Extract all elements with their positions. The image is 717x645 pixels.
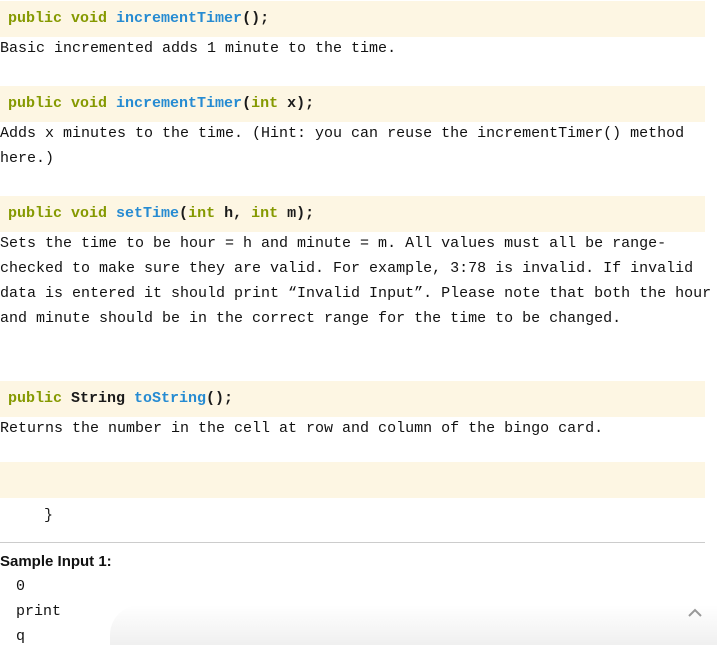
signature-token-kw: int <box>188 205 216 222</box>
closing-brace-text: } <box>44 507 54 524</box>
signature-token-plain: m); <box>278 205 315 222</box>
signature-token-kw: int <box>251 205 279 222</box>
signature-token-fn: toString <box>134 390 207 407</box>
sample-input-title: Sample Input 1: <box>0 553 112 570</box>
chevron-up-icon <box>688 608 702 617</box>
signature-token-plain: ( <box>242 95 252 112</box>
signature-token-kw: int <box>251 95 279 112</box>
signature-token-fn: incrementTimer <box>116 95 243 112</box>
method-signature: public void incrementTimer(int x); <box>0 86 705 122</box>
method-signature: public void setTime(int h, int m); <box>0 196 705 232</box>
signature-token-plain: (); <box>242 10 270 27</box>
signature-token-plain: ( <box>179 205 189 222</box>
scroll-to-top-button[interactable] <box>686 604 704 622</box>
signature-token-plain: String <box>71 390 135 407</box>
signature-token-kw: public <box>8 390 72 407</box>
signature-token-plain: x); <box>278 95 315 112</box>
method-signature: public String toString(); <box>0 381 705 417</box>
signature-token-fn: incrementTimer <box>116 10 243 27</box>
sample-input-line: q <box>16 628 26 645</box>
closing-brace: } <box>0 462 705 524</box>
method-description: Returns the number in the cell at row an… <box>0 420 604 437</box>
sample-input-line: 0 <box>16 578 26 595</box>
section-divider <box>0 542 705 543</box>
sample-input-line: print <box>16 603 62 620</box>
signature-token-fn: setTime <box>116 205 180 222</box>
signature-token-plain: (); <box>206 390 234 407</box>
method-description: Sets the time to be hour = h and minute … <box>0 235 712 327</box>
method-description: Adds x minutes to the time. (Hint: you c… <box>0 125 694 167</box>
signature-token-plain: h, <box>215 205 252 222</box>
bottom-overlay <box>110 605 717 645</box>
signature-token-kw: public void <box>8 95 117 112</box>
signature-token-kw: public void <box>8 10 117 27</box>
signature-token-kw: public void <box>8 205 117 222</box>
method-signature: public void incrementTimer(); <box>0 1 705 37</box>
method-description: Basic incremented adds 1 minute to the t… <box>0 40 397 57</box>
